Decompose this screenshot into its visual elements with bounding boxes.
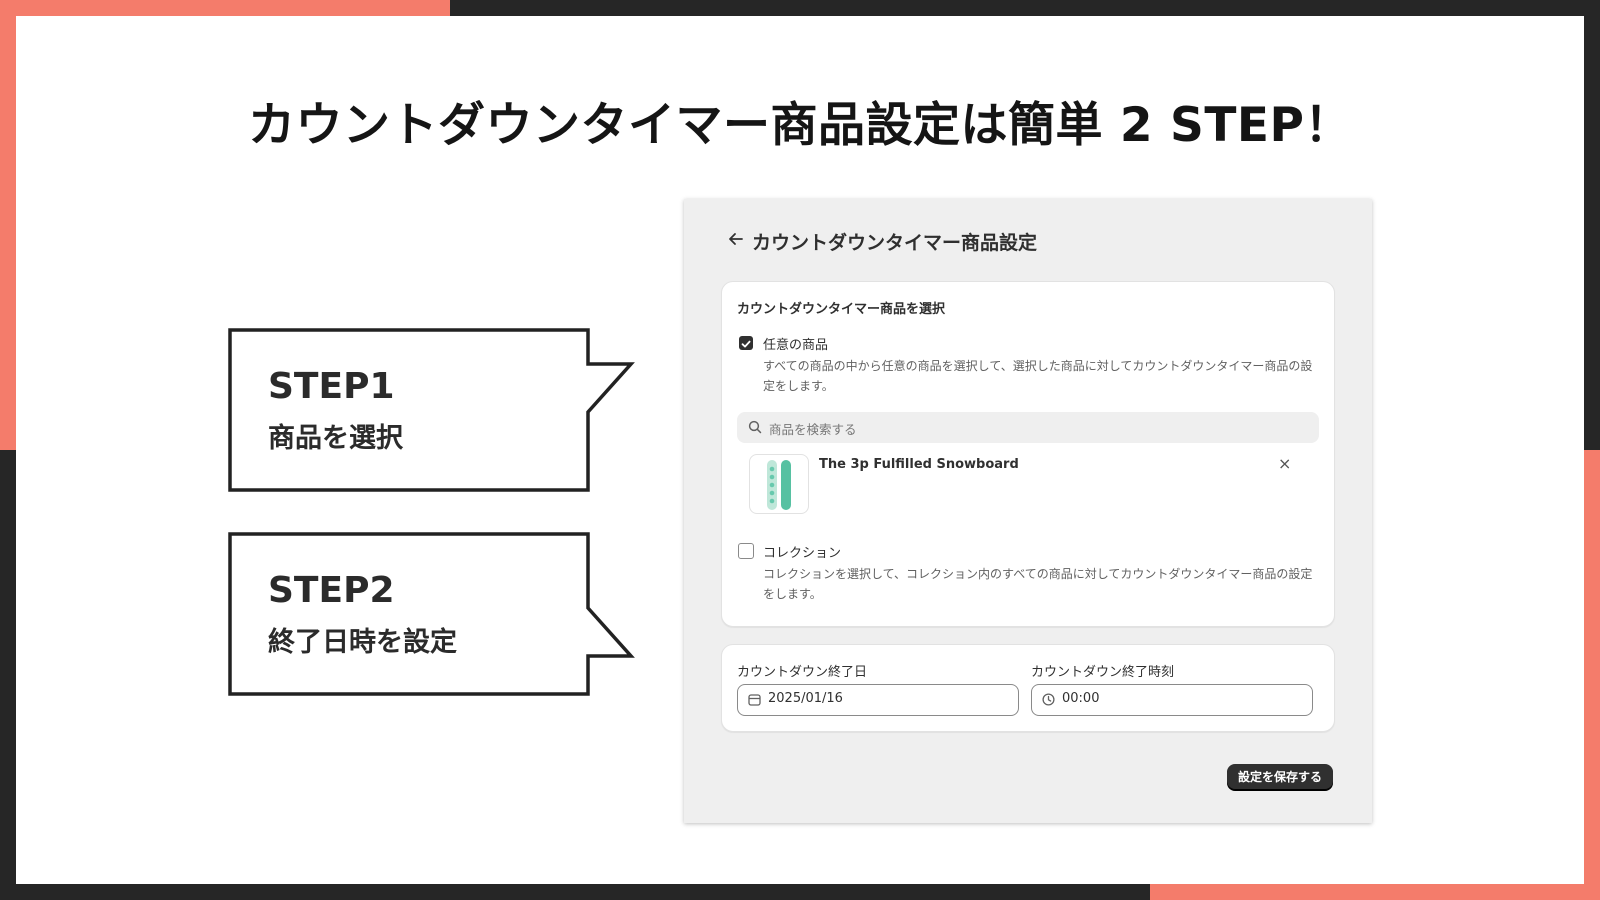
slide-headline: カウントダウンタイマー商品設定は簡単 2 STEP！ <box>248 98 1352 153</box>
collection-checkbox-label[interactable]: コレクション <box>763 542 841 561</box>
accent-bar-right <box>1584 450 1600 900</box>
step1-callout: STEP1 商品を選択 <box>228 328 635 492</box>
arrow-left-icon[interactable] <box>726 229 746 249</box>
search-placeholder: 商品を検索する <box>769 422 857 437</box>
clock-icon <box>1042 693 1055 706</box>
product-thumbnail <box>749 454 809 514</box>
end-date-field[interactable]: 2025/01/16 <box>737 684 1019 716</box>
checkmark-icon <box>741 340 751 348</box>
close-icon[interactable]: × <box>1278 456 1291 472</box>
product-selection-card: カウントダウンタイマー商品を選択 任意の商品 すべての商品の中から任意の商品を選… <box>721 281 1335 627</box>
card-title: カウントダウンタイマー商品を選択 <box>737 302 946 317</box>
save-settings-button[interactable]: 設定を保存する <box>1227 764 1333 790</box>
settings-panel: カウントダウンタイマー商品設定 カウントダウンタイマー商品を選択 任意の商品 す… <box>684 199 1372 823</box>
step2-subtitle: 終了日時を設定 <box>268 627 457 658</box>
selected-product-name: The 3p Fulfilled Snowboard <box>819 457 1019 472</box>
callout-outline <box>228 328 635 492</box>
step2-title: STEP2 <box>268 570 395 611</box>
accent-bar-bottom-right <box>1150 884 1600 900</box>
step1-subtitle: 商品を選択 <box>268 423 403 454</box>
products-help-text: すべての商品の中から任意の商品を選択して、選択した商品に対してカウントダウンタイ… <box>763 359 1313 393</box>
calendar-icon <box>748 694 761 706</box>
products-checkbox-label[interactable]: 任意の商品 <box>763 334 828 353</box>
end-time-value: 00:00 <box>1062 691 1100 706</box>
search-icon <box>748 420 762 434</box>
end-datetime-card: カウントダウン終了日 2025/01/16 カウントダウン終了時刻 00:00 <box>721 644 1335 732</box>
accent-bar-top-left <box>0 0 450 16</box>
step1-title: STEP1 <box>268 366 395 407</box>
callout-outline <box>228 532 635 696</box>
end-date-value: 2025/01/16 <box>768 691 843 706</box>
collection-help-text: コレクションを選択して、コレクション内のすべての商品に対してカウントダウンタイマ… <box>763 567 1313 601</box>
collection-checkbox[interactable] <box>738 543 754 559</box>
end-time-field[interactable]: 00:00 <box>1031 684 1313 716</box>
page-title: カウントダウンタイマー商品設定 <box>752 232 1038 254</box>
product-search-input[interactable]: 商品を検索する <box>737 412 1319 443</box>
end-date-label: カウントダウン終了日 <box>737 665 868 680</box>
snowboard-image <box>767 460 791 510</box>
accent-bar-left <box>0 0 16 450</box>
products-checkbox[interactable] <box>739 336 753 350</box>
end-time-label: カウントダウン終了時刻 <box>1031 665 1175 680</box>
step2-callout: STEP2 終了日時を設定 <box>228 532 635 696</box>
